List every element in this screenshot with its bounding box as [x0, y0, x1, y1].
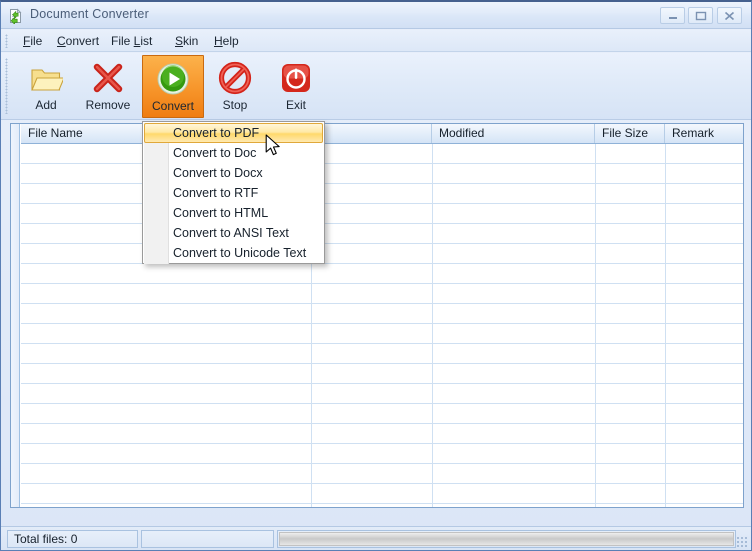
grid-empty-row[interactable] [21, 304, 743, 324]
dropdown-item-convert-to-pdf[interactable]: Convert to PDF [144, 123, 323, 143]
status-secondary [141, 530, 274, 548]
prohibition-icon [218, 61, 252, 95]
column-header-remark[interactable]: Remark [665, 124, 743, 143]
grid-empty-row[interactable] [21, 484, 743, 504]
menu-item-file-list[interactable]: File List [105, 33, 158, 50]
toolbar: Add Remove Convert Stop Exit [1, 53, 751, 120]
folder-open-icon [29, 61, 65, 95]
red-x-icon [91, 61, 125, 95]
toolbar-label-remove: Remove [85, 98, 131, 112]
file-list-grid[interactable]: File Name Modified File Size Remark [10, 123, 744, 508]
status-total-files: Total files: 0 [7, 530, 138, 548]
grid-empty-row[interactable] [21, 324, 743, 344]
menu-item-convert[interactable]: Convert [51, 33, 105, 50]
grid-empty-row[interactable] [21, 224, 743, 244]
grid-empty-row[interactable] [21, 184, 743, 204]
toolbar-grip-handle[interactable] [5, 58, 8, 114]
dropdown-item-convert-to-rtf[interactable]: Convert to RTF [144, 183, 323, 203]
toolbar-label-exit: Exit [285, 98, 306, 112]
title-bar: Document Converter [1, 2, 751, 29]
grid-empty-row[interactable] [21, 264, 743, 284]
document-convert-icon [8, 8, 24, 26]
menu-item-skin[interactable]: Skin [169, 33, 204, 50]
toolbar-label-stop: Stop [222, 98, 248, 112]
grid-empty-row[interactable] [21, 404, 743, 424]
maximize-button[interactable] [688, 7, 713, 24]
toolbar-button-add[interactable]: Add [15, 55, 77, 118]
grid-empty-row[interactable] [21, 464, 743, 484]
toolbar-label-convert: Convert [151, 99, 195, 113]
grid-empty-row[interactable] [21, 364, 743, 384]
column-header-file-size[interactable]: File Size [595, 124, 665, 143]
menu-item-help[interactable]: Help [208, 33, 245, 50]
grid-empty-row[interactable] [21, 424, 743, 444]
grid-empty-row[interactable] [21, 344, 743, 364]
toolbar-button-exit[interactable]: Exit [265, 55, 327, 118]
toolbar-button-remove[interactable]: Remove [77, 55, 139, 118]
toolbar-button-convert[interactable]: Convert [142, 55, 204, 118]
close-button[interactable] [717, 7, 742, 24]
power-off-icon [279, 61, 313, 95]
minimize-button[interactable] [660, 7, 685, 24]
dropdown-item-convert-to-docx[interactable]: Convert to Docx [144, 163, 323, 183]
toolbar-button-stop[interactable]: Stop [204, 55, 266, 118]
status-bar: Total files: 0 [1, 526, 751, 550]
grid-header-row: File Name Modified File Size Remark [21, 124, 743, 144]
grid-empty-row[interactable] [21, 384, 743, 404]
menu-grip-handle[interactable] [5, 34, 8, 48]
progress-bar [279, 532, 734, 546]
dropdown-item-convert-to-ansi-text[interactable]: Convert to ANSI Text [144, 223, 323, 243]
window-title: Document Converter [30, 7, 149, 21]
dropdown-item-convert-to-unicode-text[interactable]: Convert to Unicode Text [144, 243, 323, 263]
green-play-icon [156, 62, 190, 96]
status-progress-panel [277, 530, 736, 548]
grid-empty-row[interactable] [21, 284, 743, 304]
grid-empty-row[interactable] [21, 204, 743, 224]
grid-row-gutter [11, 124, 20, 507]
column-header-blank[interactable] [311, 124, 432, 143]
application-window: Document Converter File Convert File Lis… [0, 0, 752, 551]
menu-bar: File Convert File List Skin Help [1, 30, 751, 52]
grid-empty-row[interactable] [21, 504, 743, 507]
grid-empty-row[interactable] [21, 164, 743, 184]
dropdown-item-convert-to-html[interactable]: Convert to HTML [144, 203, 323, 223]
convert-dropdown-menu[interactable]: Convert to PDF Convert to Doc Convert to… [142, 121, 325, 264]
window-resize-grip[interactable] [736, 536, 749, 549]
grid-empty-row[interactable] [21, 144, 743, 164]
grid-empty-row[interactable] [21, 244, 743, 264]
menu-item-file[interactable]: File [17, 33, 48, 50]
grid-empty-row[interactable] [21, 444, 743, 464]
grid-body[interactable] [21, 144, 743, 507]
toolbar-label-add: Add [35, 98, 57, 112]
column-header-modified[interactable]: Modified [432, 124, 595, 143]
dropdown-item-convert-to-doc[interactable]: Convert to Doc [144, 143, 323, 163]
